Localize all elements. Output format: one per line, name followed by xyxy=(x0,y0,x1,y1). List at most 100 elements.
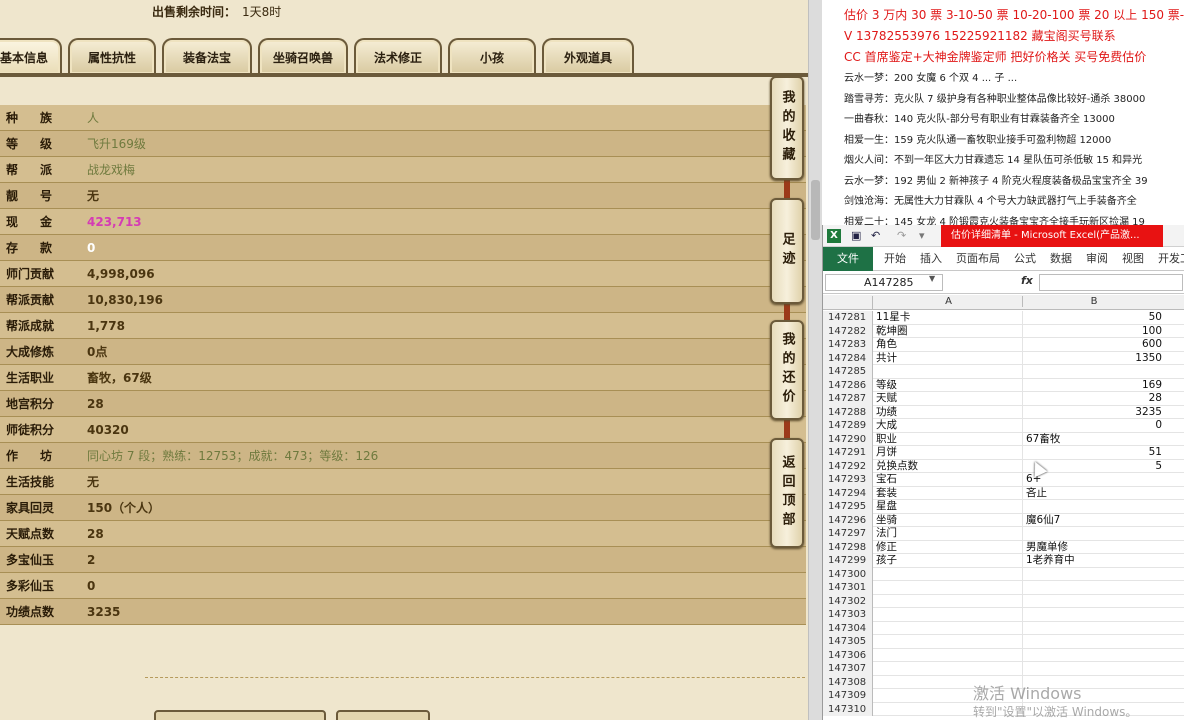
cell-a[interactable] xyxy=(875,567,1023,581)
cell-b[interactable] xyxy=(1025,622,1163,636)
cell-a[interactable]: 套装 xyxy=(875,486,1023,500)
cell-a[interactable]: 法门 xyxy=(875,527,1023,541)
row-number[interactable]: 147294 xyxy=(823,486,873,500)
tab-mounts-summons[interactable]: 坐骑召唤兽 xyxy=(258,38,348,74)
cell-a[interactable]: 等级 xyxy=(875,378,1023,392)
row-number[interactable]: 147302 xyxy=(823,594,873,608)
ribbon-tab[interactable]: 公式 xyxy=(1007,247,1043,271)
cell-a[interactable] xyxy=(875,621,1023,635)
cell-a[interactable]: 功绩 xyxy=(875,405,1023,419)
footprint-button[interactable]: 足迹 xyxy=(770,198,804,304)
cell-a[interactable] xyxy=(875,635,1023,649)
cell-a[interactable] xyxy=(875,365,1023,379)
bottom-action-button[interactable] xyxy=(336,710,430,720)
cell-b[interactable]: 67畜牧 xyxy=(1025,433,1163,447)
cell-b[interactable]: 600 xyxy=(1025,338,1163,352)
my-favorites-button[interactable]: 我的收藏 xyxy=(770,76,804,180)
cell-b[interactable] xyxy=(1025,581,1163,595)
ribbon-tab[interactable]: 页面布局 xyxy=(949,247,1007,271)
ribbon-tab[interactable]: 开发工具 xyxy=(1151,247,1184,271)
row-number[interactable]: 147310 xyxy=(823,702,873,716)
cell-b[interactable] xyxy=(1025,365,1163,379)
cell-a[interactable]: 11星卡 xyxy=(875,311,1023,325)
row-number[interactable]: 147285 xyxy=(823,365,873,379)
cell-a[interactable]: 共计 xyxy=(875,351,1023,365)
row-number[interactable]: 147295 xyxy=(823,500,873,514)
ribbon-tab[interactable]: 开始 xyxy=(877,247,913,271)
row-number[interactable]: 147282 xyxy=(823,324,873,338)
cell-a[interactable] xyxy=(875,608,1023,622)
formula-input[interactable] xyxy=(1039,274,1183,291)
tab-appearance-items[interactable]: 外观道具 xyxy=(542,38,634,74)
row-number[interactable]: 147306 xyxy=(823,648,873,662)
cell-b[interactable]: 1350 xyxy=(1025,352,1163,366)
cell-a[interactable]: 职业 xyxy=(875,432,1023,446)
cell-b[interactable]: 1老养育中 xyxy=(1025,554,1163,568)
cell-a[interactable] xyxy=(875,594,1023,608)
cell-a[interactable]: 兑换点数 xyxy=(875,459,1023,473)
cell-b[interactable]: 魔6仙7 xyxy=(1025,514,1163,528)
cell-b[interactable] xyxy=(1025,635,1163,649)
tab-spell-correction[interactable]: 法术修正 xyxy=(354,38,442,74)
cell-b[interactable]: 50 xyxy=(1025,311,1163,325)
ribbon-tab[interactable]: 视图 xyxy=(1115,247,1151,271)
cell-a[interactable]: 天赋 xyxy=(875,392,1023,406)
tab-equipment[interactable]: 装备法宝 xyxy=(162,38,252,74)
cell-b[interactable] xyxy=(1025,527,1163,541)
ribbon-tab[interactable]: 插入 xyxy=(913,247,949,271)
row-number[interactable]: 147288 xyxy=(823,405,873,419)
save-icon[interactable]: ▣ xyxy=(851,229,861,242)
row-number[interactable]: 147287 xyxy=(823,392,873,406)
row-number[interactable]: 147286 xyxy=(823,378,873,392)
cell-a[interactable]: 修正 xyxy=(875,540,1023,554)
row-number[interactable]: 147298 xyxy=(823,540,873,554)
row-number[interactable]: 147304 xyxy=(823,621,873,635)
cell-b[interactable]: 6+ xyxy=(1025,473,1163,487)
cell-a[interactable]: 月饼 xyxy=(875,446,1023,460)
row-number[interactable]: 147293 xyxy=(823,473,873,487)
row-number[interactable]: 147284 xyxy=(823,351,873,365)
cell-a[interactable]: 宝石 xyxy=(875,473,1023,487)
scrollbar-thumb[interactable] xyxy=(811,180,820,240)
cell-a[interactable]: 坐骑 xyxy=(875,513,1023,527)
row-number[interactable]: 147289 xyxy=(823,419,873,433)
ribbon-tab[interactable]: 数据 xyxy=(1043,247,1079,271)
cell-b[interactable]: 男魔单修 xyxy=(1025,541,1163,555)
cell-b[interactable] xyxy=(1025,649,1163,663)
row-number[interactable]: 147307 xyxy=(823,662,873,676)
tab-basic-info[interactable]: 基本信息 xyxy=(0,38,62,74)
back-to-top-button[interactable]: 返回顶部 xyxy=(770,438,804,548)
chevron-down-icon[interactable]: ▼ xyxy=(929,274,935,283)
cell-a[interactable] xyxy=(875,648,1023,662)
fx-icon[interactable]: fx xyxy=(1021,274,1033,287)
row-number[interactable]: 147308 xyxy=(823,675,873,689)
cell-b[interactable] xyxy=(1025,662,1163,676)
chevron-down-icon[interactable]: ▾ xyxy=(919,229,925,242)
ribbon-tab[interactable]: 文件 xyxy=(823,246,873,271)
row-number[interactable]: 147281 xyxy=(823,311,873,325)
column-header-b[interactable]: B xyxy=(1025,296,1163,307)
cell-b[interactable]: 28 xyxy=(1025,392,1163,406)
tab-children[interactable]: 小孩 xyxy=(448,38,536,74)
row-number[interactable]: 147296 xyxy=(823,513,873,527)
cell-b[interactable]: 169 xyxy=(1025,379,1163,393)
cell-a[interactable]: 角色 xyxy=(875,338,1023,352)
bottom-action-button[interactable] xyxy=(154,710,326,720)
cell-a[interactable]: 孩子 xyxy=(875,554,1023,568)
cell-b[interactable] xyxy=(1025,595,1163,609)
ribbon-tab[interactable]: 审阅 xyxy=(1079,247,1115,271)
cell-b[interactable]: 51 xyxy=(1025,446,1163,460)
cell-b[interactable]: 3235 xyxy=(1025,406,1163,420)
row-number[interactable]: 147301 xyxy=(823,581,873,595)
cell-a[interactable]: 乾坤圈 xyxy=(875,324,1023,338)
row-number[interactable]: 147299 xyxy=(823,554,873,568)
browser-scrollbar[interactable] xyxy=(808,0,822,720)
cell-a[interactable] xyxy=(875,662,1023,676)
tab-attributes[interactable]: 属性抗性 xyxy=(68,38,156,74)
row-number[interactable]: 147305 xyxy=(823,635,873,649)
name-box[interactable]: A147285 xyxy=(825,274,943,291)
row-number[interactable]: 147297 xyxy=(823,527,873,541)
select-all-corner[interactable] xyxy=(823,296,873,310)
row-number[interactable]: 147291 xyxy=(823,446,873,460)
cell-b[interactable]: 0 xyxy=(1025,419,1163,433)
